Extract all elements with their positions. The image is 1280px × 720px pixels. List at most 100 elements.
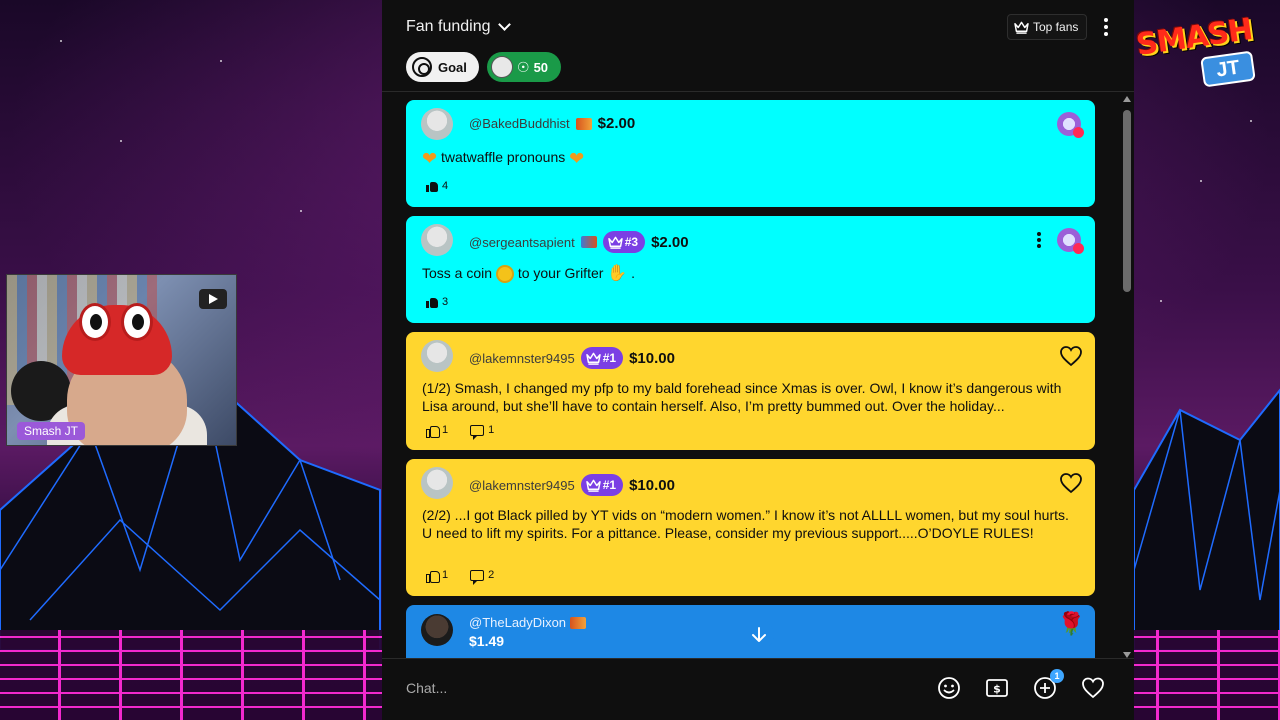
message-actions: 4 bbox=[426, 180, 448, 192]
thumbs-up-icon bbox=[426, 424, 440, 438]
donation-amount: $2.00 bbox=[597, 115, 636, 132]
like-button[interactable]: 1 bbox=[426, 569, 449, 583]
like-button[interactable]: 4 bbox=[426, 180, 448, 192]
fan-funding-dropdown[interactable]: Fan funding bbox=[406, 18, 511, 36]
super-chat-card: @lakemnster9495 #1 $10.00 (1/2) Smash, I… bbox=[406, 332, 1095, 450]
chat-input-bar: $ 1 bbox=[382, 658, 1134, 720]
top-fan-rank-badge: #3 bbox=[602, 231, 646, 253]
member-emote-icon bbox=[575, 117, 592, 130]
super-chat-card: @lakemnster9495 #1 $10.00 (2/2) ...I got… bbox=[406, 459, 1095, 596]
reply-count: 1 bbox=[488, 424, 495, 436]
rank-label: #1 bbox=[602, 351, 617, 365]
avatar bbox=[421, 614, 453, 646]
emoji-icon[interactable] bbox=[936, 675, 962, 701]
like-button[interactable]: 3 bbox=[426, 296, 448, 308]
message-body: to your Grifter bbox=[517, 265, 604, 281]
like-button[interactable]: 1 bbox=[426, 424, 448, 438]
webcam-label: Smash JT bbox=[17, 422, 86, 440]
like-count: 1 bbox=[442, 569, 449, 581]
notification-badge: 1 bbox=[1050, 669, 1064, 683]
top-fans-label: Top fans bbox=[1033, 20, 1079, 34]
thumbs-up-icon bbox=[426, 296, 438, 308]
scroll-to-bottom-button[interactable] bbox=[744, 620, 774, 650]
author-handle[interactable]: @TheLadyDixon bbox=[469, 615, 566, 630]
orange-heart-icon: ❤ bbox=[569, 148, 585, 169]
message-actions: 3 bbox=[426, 296, 448, 308]
heart-icon[interactable] bbox=[1059, 345, 1083, 367]
message-body: Toss a coin bbox=[422, 265, 493, 281]
crown-icon bbox=[607, 236, 623, 249]
star bbox=[1160, 300, 1162, 302]
chat-input[interactable] bbox=[406, 673, 926, 703]
author-handle[interactable]: @lakemnster9495 bbox=[469, 351, 575, 366]
star bbox=[60, 40, 62, 42]
message-actions: 1 2 bbox=[426, 569, 494, 585]
donation-amount: $2.00 bbox=[651, 233, 689, 251]
member-emote-icon bbox=[570, 616, 587, 629]
top-fan-rank-badge: #1 bbox=[580, 347, 624, 369]
top-fan-rank-badge: #1 bbox=[580, 474, 624, 496]
rank-label: #3 bbox=[624, 235, 639, 249]
donation-amount: $1.49 bbox=[469, 633, 505, 649]
thumbs-up-icon bbox=[426, 569, 440, 583]
hat-eye-right bbox=[121, 303, 153, 341]
fan-funding-panel: Fan funding Top fans Goal ☉ 50 @BakedBud… bbox=[382, 0, 1134, 720]
author-handle[interactable]: @sergeantsapient bbox=[469, 235, 575, 250]
crown-icon bbox=[1014, 21, 1029, 34]
comment-icon bbox=[470, 569, 485, 585]
gift-count-chip[interactable]: ☉ 50 bbox=[487, 52, 561, 82]
star bbox=[220, 60, 222, 62]
avatar bbox=[421, 467, 453, 499]
top-fans-button[interactable]: Top fans bbox=[1007, 14, 1088, 40]
reply-button[interactable]: 2 bbox=[470, 569, 494, 585]
star bbox=[300, 210, 302, 212]
message-options-button[interactable] bbox=[1033, 232, 1045, 252]
avatar bbox=[421, 108, 453, 140]
panel-header: Fan funding Top fans Goal ☉ 50 bbox=[382, 0, 1134, 92]
heart-icon[interactable] bbox=[1059, 472, 1083, 494]
message-actions: 1 1 bbox=[426, 424, 495, 440]
scroll-up-arrow-icon[interactable] bbox=[1123, 96, 1131, 102]
author-handle[interactable]: @lakemnster9495 bbox=[469, 478, 575, 493]
message-meta: @TheLadyDixon bbox=[469, 615, 587, 630]
avatar bbox=[421, 340, 453, 372]
reply-button[interactable]: 1 bbox=[470, 424, 495, 440]
avatar bbox=[491, 56, 513, 78]
webcam-feed: Smash JT bbox=[6, 274, 237, 446]
scrollbar-thumb[interactable] bbox=[1123, 110, 1131, 292]
message-text: (2/2) ...I got Black pilled by YT vids o… bbox=[422, 507, 1069, 541]
creator-heart-badge-icon bbox=[1057, 228, 1084, 254]
arrow-down-icon bbox=[752, 627, 766, 642]
message-body: . bbox=[631, 265, 636, 281]
svg-text:$: $ bbox=[993, 683, 1001, 696]
gift-count: 50 bbox=[533, 59, 549, 75]
super-chat-icon[interactable]: $ bbox=[984, 675, 1010, 701]
message-meta: @lakemnster9495 #1 $10.00 bbox=[469, 347, 675, 369]
author-handle[interactable]: @BakedBuddhist bbox=[469, 116, 570, 131]
hand-icon: ✋ bbox=[607, 265, 628, 282]
hat-eye-left bbox=[79, 303, 111, 341]
avatar bbox=[421, 224, 453, 256]
channel-logo: SMASH JT bbox=[1134, 12, 1266, 90]
star bbox=[120, 140, 122, 142]
coin-icon bbox=[495, 265, 514, 284]
goal-chip[interactable]: Goal bbox=[406, 52, 479, 82]
add-icon-with-badge[interactable]: 1 bbox=[1032, 669, 1064, 701]
more-options-button[interactable] bbox=[1096, 16, 1116, 38]
message-text: (1/2) Smash, I changed my pfp to my bald… bbox=[422, 380, 1062, 414]
scrollbar[interactable] bbox=[1122, 96, 1132, 658]
comment-icon bbox=[470, 424, 485, 440]
heart-icon[interactable] bbox=[1080, 675, 1106, 701]
super-chat-card: @sergeantsapient #3 $2.00 Toss a coin to… bbox=[406, 216, 1095, 323]
goal-label: Goal bbox=[438, 59, 467, 75]
message-list[interactable]: @BakedBuddhist $2.00 ❤ twatwaffle pronou… bbox=[382, 92, 1134, 658]
super-chat-card: @BakedBuddhist $2.00 ❤ twatwaffle pronou… bbox=[406, 100, 1095, 207]
orange-heart-icon: ❤ bbox=[422, 148, 438, 169]
message-text: Toss a coin to your Grifter ✋ . bbox=[422, 264, 1082, 284]
like-count: 4 bbox=[442, 180, 449, 192]
gift-icon: ☉ bbox=[517, 58, 530, 75]
member-emote-icon bbox=[580, 236, 597, 248]
panel-title: Fan funding bbox=[406, 18, 491, 35]
message-meta: @BakedBuddhist $2.00 bbox=[469, 115, 635, 132]
target-icon bbox=[412, 57, 432, 77]
